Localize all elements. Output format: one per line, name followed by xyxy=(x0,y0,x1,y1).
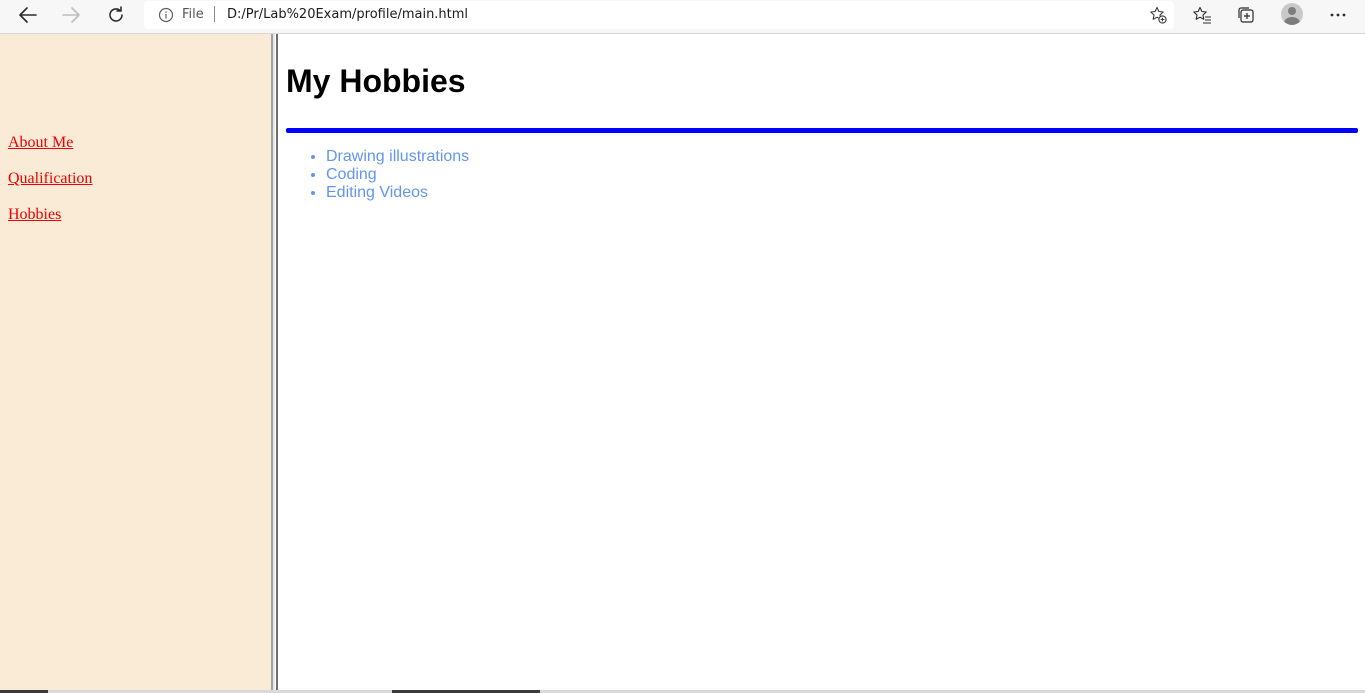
favorites-icon xyxy=(1193,6,1211,24)
nav-link-qualification[interactable]: Qualification xyxy=(8,170,92,188)
collections-button[interactable] xyxy=(1231,2,1261,28)
page-title: My Hobbies xyxy=(286,63,466,99)
avatar-body xyxy=(1284,17,1300,25)
hobby-list: Drawing illustrations Coding Editing Vid… xyxy=(326,148,469,202)
forward-button[interactable] xyxy=(56,2,86,28)
star-plus-icon[interactable] xyxy=(1148,5,1168,25)
list-item: Drawing illustrations xyxy=(326,148,469,166)
frame-divider[interactable] xyxy=(271,34,278,693)
more-icon xyxy=(1330,13,1346,17)
avatar[interactable] xyxy=(1281,3,1303,25)
list-item: Coding xyxy=(326,166,469,184)
favorites-button[interactable] xyxy=(1187,2,1217,28)
navigation-frame: About Me Qualification Hobbies xyxy=(0,34,271,693)
arrow-left-icon xyxy=(19,7,37,23)
url-text[interactable]: D:/Pr/Lab%20Exam/profile/main.html xyxy=(227,7,468,22)
refresh-icon xyxy=(109,6,123,22)
arrow-right-icon xyxy=(62,7,80,23)
address-bar[interactable]: File D:/Pr/Lab%20Exam/profile/main.html xyxy=(144,1,1174,29)
avatar-head xyxy=(1288,7,1296,15)
list-item: Editing Videos xyxy=(326,184,469,202)
nav-link-about-me[interactable]: About Me xyxy=(8,134,73,152)
file-label: File xyxy=(182,7,204,22)
info-icon[interactable] xyxy=(158,7,174,23)
refresh-button[interactable] xyxy=(101,2,131,28)
back-button[interactable] xyxy=(13,2,43,28)
more-button[interactable] xyxy=(1323,2,1353,28)
nav-link-hobbies[interactable]: Hobbies xyxy=(8,206,61,224)
address-separator xyxy=(214,6,215,22)
collections-icon xyxy=(1238,7,1254,23)
horizontal-rule xyxy=(286,128,1358,133)
content-frame: My Hobbies Drawing illustrations Coding … xyxy=(278,34,1365,693)
browser-toolbar: File D:/Pr/Lab%20Exam/profile/main.html xyxy=(0,0,1365,34)
